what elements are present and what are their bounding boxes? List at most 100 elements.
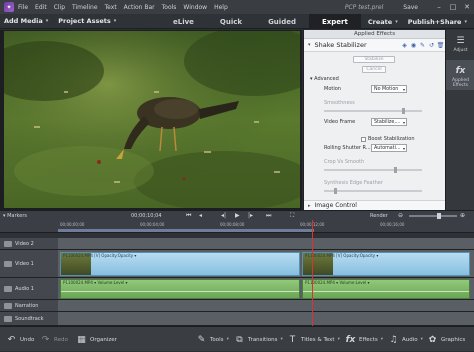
pin-icon[interactable]: ✎	[418, 42, 427, 49]
playhead[interactable]	[312, 220, 313, 326]
applied-effects-button[interactable]: fx Applied Effects	[446, 60, 474, 90]
audio-level-line	[61, 291, 299, 292]
add-media-dropdown[interactable]: Add Media ▾	[0, 17, 54, 25]
chevron-down-icon: ▾	[395, 18, 398, 25]
visibility-eye-icon[interactable]: ◉	[409, 42, 418, 49]
redo-button[interactable]: ↷ Redo	[40, 327, 68, 352]
menu-clip[interactable]: Clip	[54, 4, 65, 11]
markers-dropdown[interactable]: ▾ Markers	[3, 213, 27, 219]
menu-action-bar[interactable]: Action Bar	[124, 4, 155, 11]
timeline-panel: 00;00;00;00 00;00;04;00 00;00;08;00 00;0…	[0, 220, 474, 326]
transitions-label: Transitions	[248, 336, 278, 343]
mode-tabs: eLive Quick Guided Expert	[160, 14, 361, 29]
minimize-button[interactable]: –	[432, 3, 446, 11]
publish-share-dropdown[interactable]: Publish+Share ▾	[403, 18, 472, 26]
step-forward-frame-icon[interactable]: |▸	[248, 212, 253, 219]
audio-clip[interactable]: P1100024.MP4 ▾ Volume:Level ▾	[60, 279, 300, 299]
menu-edit[interactable]: Edit	[35, 4, 47, 11]
image-control-header[interactable]: ▸ Image Control	[304, 200, 446, 210]
slider-thumb[interactable]	[394, 167, 397, 173]
slider-thumb[interactable]	[334, 188, 337, 194]
tab-quick[interactable]: Quick	[207, 14, 255, 29]
menu-file[interactable]: File	[18, 4, 28, 11]
track-header-video-2[interactable]: Video 2	[0, 238, 58, 250]
slider-thumb[interactable]	[402, 108, 405, 114]
video-clip[interactable]: P1100024.MP4 [V] Opacity:Opacity ▾	[60, 252, 300, 276]
transport-bar: ▾ Markers 00;00;10;04 ⏮ ◂ ◂| ▶ |▸ ⏭ ⛶ Re…	[0, 210, 474, 220]
music-note-icon	[4, 315, 12, 322]
step-back-icon[interactable]: ◂	[199, 212, 202, 219]
track-lane-narration[interactable]	[58, 300, 474, 312]
project-assets-dropdown[interactable]: Project Assets ▾	[54, 17, 122, 25]
boost-stabilization-checkbox[interactable]	[361, 137, 366, 142]
work-area-bar[interactable]	[58, 229, 314, 232]
motion-select[interactable]: No Motion ▾	[371, 85, 407, 93]
track-lane-soundtrack[interactable]	[58, 312, 474, 326]
audio-clip[interactable]: P1100024.MP4 ▾ Volume:Level ▾	[302, 279, 470, 299]
redo-icon: ↷	[41, 334, 50, 345]
rolling-shutter-select[interactable]: Automati... ▾	[371, 144, 407, 152]
adjust-button[interactable]: ☰ Adjust	[446, 30, 474, 60]
undo-button[interactable]: ↶ Undo	[6, 327, 35, 352]
effect-header-shake-stabilizer[interactable]: ▾ Shake Stabilizer ◈ ◉ ✎ ↺ 🗑	[304, 39, 445, 52]
zoom-out-icon[interactable]: ⊖	[398, 212, 403, 219]
time-ruler[interactable]: 00;00;00;00 00;00;04;00 00;00;08;00 00;0…	[0, 220, 474, 233]
video-preview[interactable]	[4, 31, 300, 208]
smoothness-slider[interactable]	[324, 108, 422, 114]
track-lane-video-2[interactable]	[58, 238, 474, 250]
zoom-slider[interactable]	[409, 213, 457, 219]
render-button[interactable]: Render	[370, 213, 388, 219]
track-name: Video 1	[15, 260, 34, 267]
titles-text-button[interactable]: T Titles & Text ▾	[287, 327, 340, 352]
collapse-triangle-icon[interactable]: ▾	[308, 42, 311, 48]
menu-window[interactable]: Window	[183, 4, 207, 11]
effects-button[interactable]: fx Effects ▾	[345, 327, 383, 352]
boost-stabilization-label: Boost Stabilization	[368, 136, 415, 142]
track-header-narration[interactable]: Narration	[0, 300, 58, 312]
track-lane-audio-1[interactable]: P1100024.MP4 ▾ Volume:Level ▾ P1100024.M…	[58, 278, 474, 300]
tools-button[interactable]: ✎ Tools ▾	[196, 327, 229, 352]
zoom-in-icon[interactable]: ⊕	[460, 212, 465, 219]
stabilize-button[interactable]: Stabilize	[353, 56, 395, 63]
delete-trash-icon[interactable]: 🗑	[436, 42, 445, 49]
video-frame-select[interactable]: Stabilize,... ▾	[371, 118, 407, 126]
maximize-button[interactable]: □	[446, 3, 460, 11]
close-button[interactable]: ✕	[460, 3, 474, 11]
video-clip[interactable]: P1100024.MP4 [V] Opacity:Opacity ▾	[302, 252, 470, 276]
go-to-start-icon[interactable]: ⏮	[186, 212, 191, 220]
tab-guided[interactable]: Guided	[255, 14, 309, 29]
save-button[interactable]: Save	[403, 4, 418, 11]
play-icon[interactable]: ▶	[235, 212, 240, 219]
keyframe-icon[interactable]: ◈	[400, 42, 409, 49]
graphics-button[interactable]: ✿ Graphics	[427, 327, 466, 352]
track-lane-video-1[interactable]: P1100024.MP4 [V] Opacity:Opacity ▾ P1100…	[58, 250, 474, 278]
ruler-label: 00;00;04;00	[140, 222, 165, 227]
go-to-end-icon[interactable]: ⏭	[266, 212, 271, 220]
transitions-button[interactable]: ⧉ Transitions ▾	[234, 327, 282, 352]
zoom-slider-thumb[interactable]	[437, 213, 441, 219]
crop-vs-smooth-slider[interactable]	[324, 167, 422, 173]
menu-timeline[interactable]: Timeline	[72, 4, 98, 11]
organizer-button[interactable]: ▦ Organizer	[76, 327, 117, 352]
track-header-audio-1[interactable]: Audio 1	[0, 278, 58, 300]
organizer-icon: ▦	[77, 334, 86, 345]
menu-tools[interactable]: Tools	[162, 4, 177, 11]
create-dropdown[interactable]: Create ▾	[363, 18, 403, 26]
advanced-toggle[interactable]: ▾ Advanced	[310, 76, 339, 82]
project-filename: PCP test.prel	[344, 3, 384, 11]
cancel-button[interactable]: Cancel	[362, 66, 386, 73]
audio-button[interactable]: ♫ Audio ▾	[388, 327, 422, 352]
ruler-label: 00;00;08;00	[220, 222, 245, 227]
menu-text[interactable]: Text	[105, 4, 117, 11]
step-back-frame-icon[interactable]: ◂|	[221, 212, 226, 219]
fullscreen-icon[interactable]: ⛶	[290, 212, 294, 220]
toolbar: Add Media ▾ Project Assets ▾ eLive Quick G…	[0, 14, 474, 29]
tab-elive[interactable]: eLive	[160, 14, 207, 29]
reset-icon[interactable]: ↺	[427, 42, 436, 49]
track-header-soundtrack[interactable]: Soundtrack	[0, 312, 58, 326]
synthesis-edge-feather-slider[interactable]	[324, 188, 422, 194]
track-header-video-1[interactable]: Video 1	[0, 250, 58, 278]
create-label: Create	[367, 17, 393, 26]
tab-expert[interactable]: Expert	[308, 14, 361, 29]
menu-help[interactable]: Help	[214, 4, 228, 11]
